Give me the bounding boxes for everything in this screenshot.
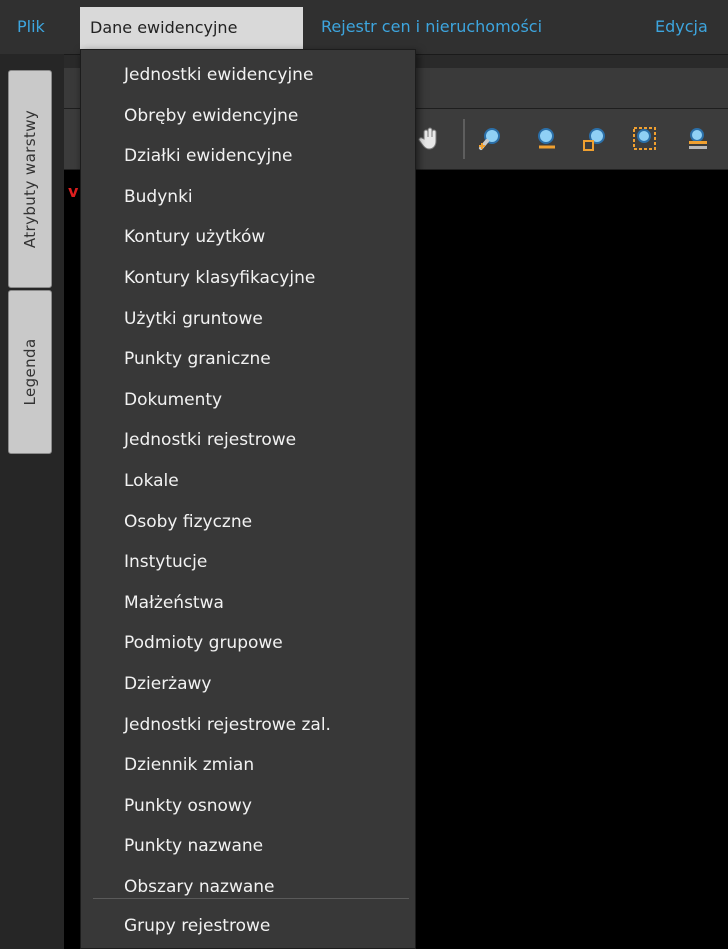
dropdown-extra-section: Grupy rejestrowe [81, 906, 415, 947]
layers-icon[interactable] [680, 122, 714, 156]
dropdown-menu-item[interactable]: Obręby ewidencyjne [81, 96, 415, 137]
zoom-window-icon[interactable] [628, 122, 662, 156]
menu-rejestr-cen[interactable]: Rejestr cen i nieruchomości [321, 0, 542, 54]
dropdown-menu-item[interactable]: Punkty osnowy [81, 786, 415, 827]
dropdown-item-list: Jednostki ewidencyjne Obręby ewidencyjne D… [81, 55, 415, 907]
dane-ewidencyjne-dropdown: Jednostki ewidencyjne Obręby ewidencyjne D… [80, 49, 416, 949]
dropdown-menu-item[interactable]: Punkty graniczne [81, 339, 415, 380]
dropdown-menu-item[interactable]: Użytki gruntowe [81, 299, 415, 340]
zoom-in-icon[interactable] [473, 122, 507, 156]
dropdown-menu-item[interactable]: Działki ewidencyjne [81, 136, 415, 177]
side-tab-strip: Atrybuty warstwy Legenda [0, 54, 64, 949]
menu-edycja[interactable]: Edycja [655, 0, 708, 54]
menu-bar: Plik Dane ewidencyjne Rejestr cen i nier… [0, 0, 728, 55]
dropdown-menu-item[interactable]: Jednostki rejestrowe zal. [81, 705, 415, 746]
tab-layer-attributes-label: Atrybuty warstwy [21, 109, 39, 249]
zoom-icon[interactable] [530, 122, 564, 156]
dropdown-menu-item[interactable]: Lokale [81, 461, 415, 502]
tab-layer-attributes[interactable]: Atrybuty warstwy [8, 70, 52, 288]
dropdown-menu-item[interactable]: Dziennik zmian [81, 745, 415, 786]
dropdown-menu-item[interactable]: Jednostki rejestrowe [81, 420, 415, 461]
dropdown-menu-item[interactable]: Kontury klasyfikacyjne [81, 258, 415, 299]
dropdown-menu-item[interactable]: Obszary nazwane [81, 867, 415, 908]
dropdown-menu-item[interactable]: Dokumenty [81, 380, 415, 421]
tab-legend-label: Legenda [21, 338, 39, 406]
pan-hand-icon[interactable] [412, 122, 446, 156]
dropdown-menu-item[interactable]: Dzierżawy [81, 664, 415, 705]
zoom-out-icon[interactable] [578, 122, 612, 156]
map-marker: v [68, 182, 79, 201]
toolbar-separator [463, 119, 465, 159]
dropdown-menu-item[interactable]: Punkty nazwane [81, 826, 415, 867]
application-window: Plik Dane ewidencyjne Rejestr cen i nier… [0, 0, 728, 949]
tab-legend[interactable]: Legenda [8, 290, 52, 454]
dropdown-menu-item[interactable]: Osoby fizyczne [81, 502, 415, 543]
dropdown-menu-item[interactable]: Budynki [81, 177, 415, 218]
menu-dane-ewidencyjne[interactable]: Dane ewidencyjne [80, 7, 303, 49]
dropdown-separator [93, 898, 409, 899]
dropdown-menu-item[interactable]: Małżeństwa [81, 583, 415, 624]
menu-item-grupy-rejestrowe[interactable]: Grupy rejestrowe [81, 906, 415, 947]
dropdown-menu-item[interactable]: Kontury użytków [81, 217, 415, 258]
menu-plik[interactable]: Plik [17, 0, 45, 54]
dropdown-menu-item[interactable]: Instytucje [81, 542, 415, 583]
dropdown-menu-item[interactable]: Jednostki ewidencyjne [81, 55, 415, 96]
dropdown-menu-item[interactable]: Podmioty grupowe [81, 623, 415, 664]
